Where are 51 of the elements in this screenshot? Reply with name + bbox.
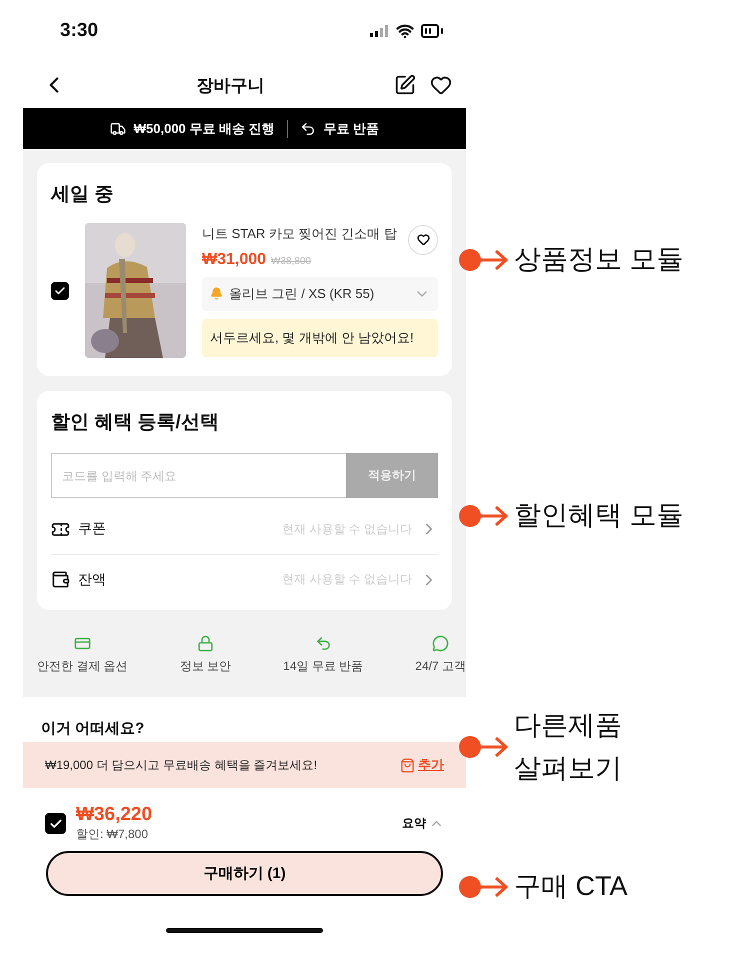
trust-label: 24/7 고객 [415,658,466,675]
pointer-arrow-icon [458,735,510,760]
banner-text: ₩19,000 더 담으시고 무료배송 혜택을 즐겨보세요! [45,756,318,774]
pointer-arrow-icon [458,504,510,528]
promo-text: ₩50,000 무료 배송 진행 [134,120,275,138]
wishlist-button[interactable] [408,224,438,254]
benefit-label: 잔액 [78,570,107,588]
code-input-field[interactable]: 코드를 입력해 주세요 [51,453,346,498]
check-icon [48,816,62,830]
benefit-label: 쿠폰 [78,520,107,538]
annotation-label: 상품정보 모듈 [514,243,685,276]
return-icon [314,635,332,652]
trust-label: 정보 보안 [180,658,232,675]
discount-amount: 할인: ₩7,800 [76,826,150,843]
bag-icon [400,758,415,772]
annotation-label: 구매 CTA [514,870,628,903]
pointer-arrow-icon [458,874,510,899]
bell-icon [210,287,223,300]
signal-icon [370,25,390,37]
return-icon [300,120,316,136]
section-title: 세일 중 [51,183,114,207]
heart-icon [416,233,430,246]
trust-label: 안전한 결제 옵션 [37,658,128,675]
product-name: 니트 STAR 카모 찢어진 긴소매 탑 [202,224,397,242]
lock-icon [196,635,214,652]
original-price: ₩38,800 [271,256,312,266]
select-all-checkbox[interactable] [45,813,66,834]
page-title: 장바구니 [196,74,264,96]
annotation-label: 다른제품 살펴보기 [514,709,623,786]
summary-toggle[interactable]: 요약 [402,815,444,832]
wallet-icon [51,570,70,589]
check-icon [54,284,66,296]
item-checkbox[interactable] [51,282,69,300]
wifi-icon [396,22,414,40]
section-title: 이거 어떠세요? [41,719,146,738]
stock-notice: 서두르세요, 몇 개밖에 안 남았어요! [202,318,438,356]
truck-icon [110,120,126,136]
promo-text: 무료 반품 [324,120,380,138]
total-price: ₩36,220 [76,804,154,826]
section-title: 할인 혜택 등록/선택 [51,411,220,435]
purchase-button[interactable]: 구매하기 (1) [46,851,443,896]
pointer-arrow-icon [458,248,510,272]
option-dropdown[interactable]: 올리브 그린 / XS (KR 55) [202,276,438,310]
status-time: 3:30 [60,20,98,42]
sale-price: ₩31,000 [202,250,266,268]
trust-label: 14일 무료 반품 [283,658,364,675]
heart-icon[interactable] [430,74,452,96]
edit-icon[interactable] [394,74,416,96]
chat-icon [432,635,450,652]
annotation-label: 할인혜택 모듈 [514,499,685,532]
card-icon [74,635,91,652]
